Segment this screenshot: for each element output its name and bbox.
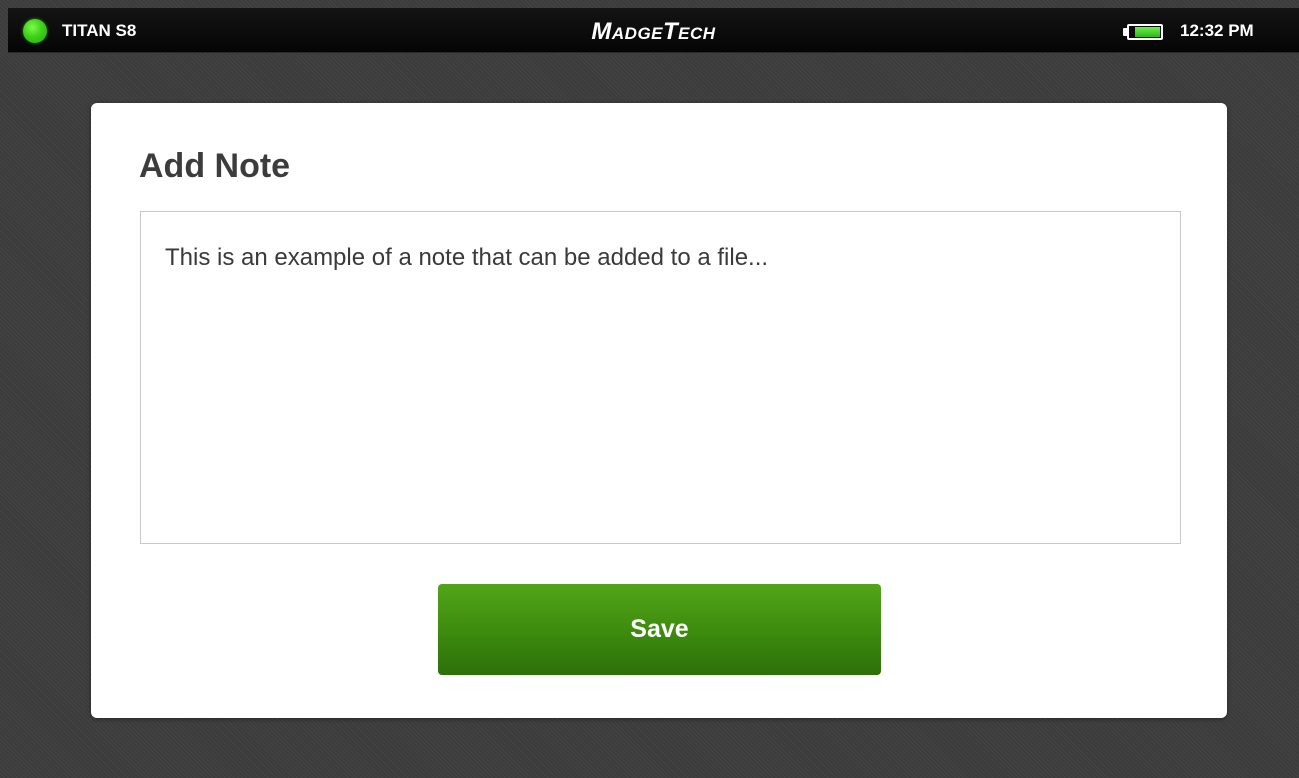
note-text-field[interactable]: This is an example of a note that can be… bbox=[140, 211, 1181, 544]
status-bar: TITAN S8 MadgeTech 12:32 PM bbox=[8, 8, 1299, 53]
dialog-title: Add Note bbox=[139, 147, 291, 185]
battery-icon bbox=[1127, 24, 1163, 40]
save-button[interactable]: Save bbox=[438, 584, 881, 675]
battery-level-fill bbox=[1134, 27, 1160, 37]
clock: 12:32 PM bbox=[1180, 21, 1254, 40]
brand-logo: MadgeTech bbox=[591, 18, 716, 45]
add-note-dialog: Add Note This is an example of a note th… bbox=[91, 103, 1227, 718]
